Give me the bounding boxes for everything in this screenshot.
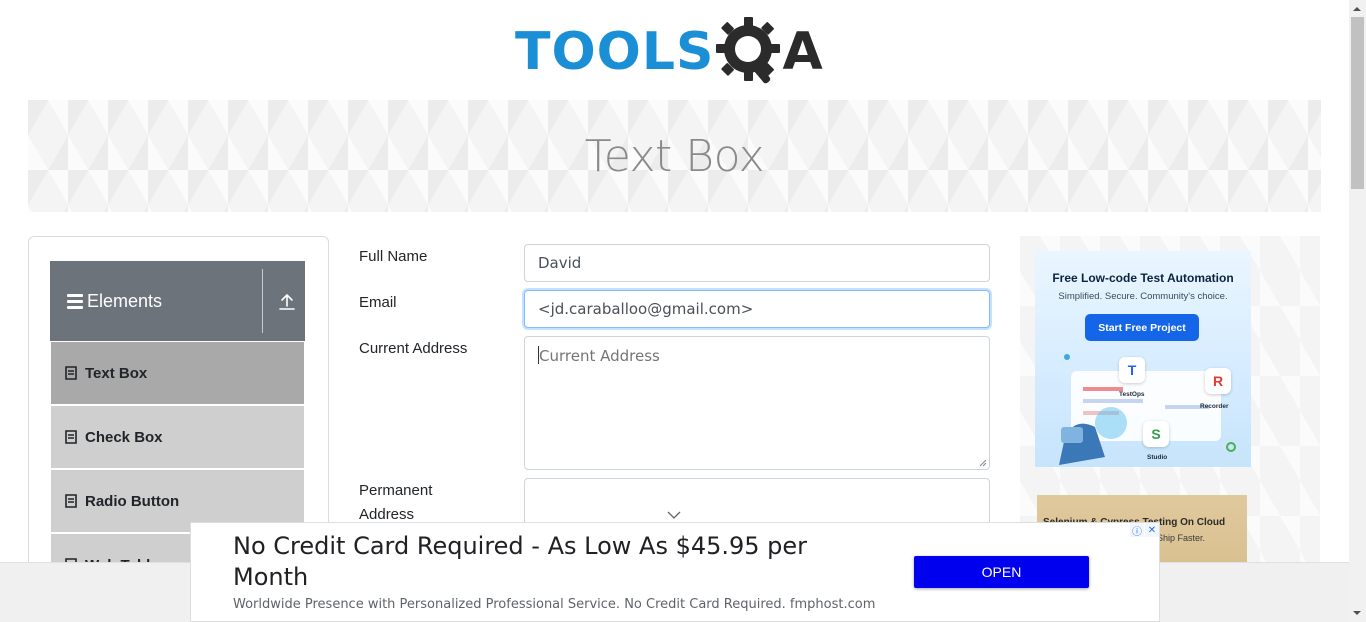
site-logo[interactable]: TOOLS A xyxy=(515,14,845,90)
current-address-placeholder: Current Address xyxy=(539,347,660,365)
sidebar-item-text-box[interactable]: Text Box xyxy=(51,342,304,404)
current-address-label: Current Address xyxy=(359,340,468,357)
bottom-ad-open-button[interactable]: OPEN xyxy=(914,556,1089,588)
current-address-textarea[interactable]: Current Address xyxy=(524,336,990,470)
scrollbar-thumb[interactable] xyxy=(1351,17,1364,189)
gear-magnifier-icon xyxy=(716,17,781,84)
sidebar-item-label: Text Box xyxy=(85,364,148,382)
email-input[interactable]: <jd.caraballoo@gmail.com> xyxy=(524,290,990,328)
ad-title: Free Low-code Test Automation xyxy=(1052,271,1234,285)
ad-tile-label: TestOps xyxy=(1119,391,1145,398)
ad-choices[interactable]: ⓘ ✕ xyxy=(1130,523,1160,538)
info-icon[interactable]: ⓘ xyxy=(1130,523,1144,538)
bottom-ad-banner[interactable]: ⓘ ✕ No Credit Card Required - As Low As … xyxy=(190,522,1160,622)
hamburger-icon xyxy=(67,291,83,312)
logo-text-tools: TOOLS xyxy=(515,22,715,82)
chevron-down-icon xyxy=(667,511,681,519)
sidebar-item-check-box[interactable]: Check Box xyxy=(51,406,304,468)
permanent-address-label: Permanent Address xyxy=(359,479,432,527)
ad-start-button[interactable]: Start Free Project xyxy=(1085,314,1199,341)
testops-tile-icon: T xyxy=(1119,357,1145,383)
resize-handle-icon[interactable] xyxy=(979,459,987,467)
page: TOOLS A Text Box Elements Text Box Check… xyxy=(0,0,1366,622)
document-icon xyxy=(65,430,77,444)
group-title: Elements xyxy=(87,290,163,311)
scroll-up-arrow-icon[interactable] xyxy=(1352,4,1362,14)
recorder-tile-icon: R xyxy=(1205,368,1231,394)
full-name-value: David xyxy=(538,254,582,272)
ad-tile-label: Recorder xyxy=(1200,403,1229,410)
sidebar-item-label: Check Box xyxy=(85,428,163,446)
full-name-label: Full Name xyxy=(359,248,428,265)
page-banner: Text Box xyxy=(28,100,1321,212)
document-icon xyxy=(65,494,77,508)
ad-subtitle: Simplified. Secure. Community's choice. xyxy=(1058,291,1228,302)
email-label: Email xyxy=(359,294,397,311)
close-icon[interactable]: ✕ xyxy=(1145,523,1159,537)
document-icon xyxy=(65,366,77,380)
ad-subtitle: Ship Faster. xyxy=(1157,533,1206,543)
email-value: <jd.caraballoo@gmail.com> xyxy=(538,300,754,318)
ad-katalon[interactable]: Free Low-code Test Automation Simplified… xyxy=(1035,251,1251,467)
page-title: Text Box xyxy=(584,130,765,182)
full-name-input[interactable]: David xyxy=(524,244,990,282)
bottom-ad-title: No Credit Card Required - As Low As $45.… xyxy=(233,532,808,591)
header-divider xyxy=(262,269,263,333)
group-header-elements[interactable]: Elements xyxy=(50,261,305,341)
scroll-down-arrow-icon[interactable] xyxy=(1352,608,1362,618)
studio-tile-icon: S xyxy=(1143,421,1169,447)
logo-text-a: A xyxy=(782,22,823,82)
sidebar-item-label: Radio Button xyxy=(85,492,180,510)
upload-arrow-icon[interactable] xyxy=(278,293,296,311)
permanent-address-label-line1: Permanent xyxy=(359,482,433,499)
bottom-ad-description: Worldwide Presence with Personalized Pro… xyxy=(233,597,876,612)
ad-tile-label: Studio xyxy=(1147,454,1168,461)
